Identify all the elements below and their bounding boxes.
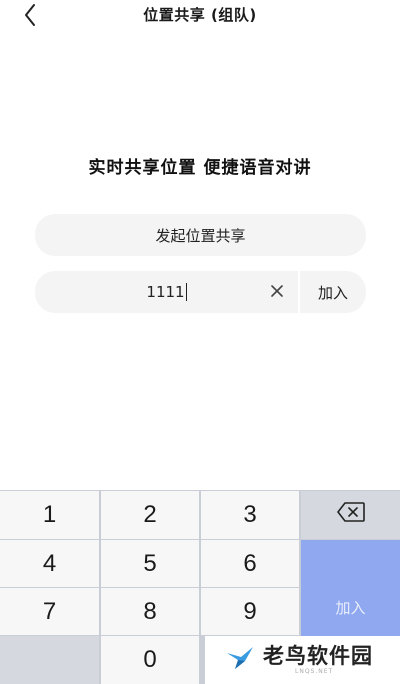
key-2[interactable]: 2 (101, 491, 199, 539)
page-title: 位置共享 (组队) (143, 6, 257, 24)
key-8[interactable]: 8 (101, 588, 199, 635)
watermark: 老鸟软件园 LNQS.NET (205, 636, 400, 684)
clear-button[interactable] (262, 271, 292, 313)
start-share-button[interactable]: 发起位置共享 (35, 214, 366, 256)
join-button[interactable]: 加入 (300, 271, 366, 313)
team-code-input[interactable]: 1111 (35, 271, 262, 313)
text-caret (185, 283, 187, 301)
close-icon (270, 283, 284, 302)
bird-logo-icon (225, 643, 255, 677)
tagline: 实时共享位置 便捷语音对讲 (88, 158, 312, 178)
empty-key (0, 636, 99, 684)
key-4[interactable]: 4 (0, 540, 99, 587)
watermark-site: LNQS.NET (295, 668, 334, 675)
key-5[interactable]: 5 (101, 540, 199, 587)
screen: 位置共享 (组队) 实时共享位置 便捷语音对讲 发起位置共享 1111 加入 1… (0, 0, 400, 684)
key-0[interactable]: 0 (101, 636, 199, 684)
team-code-field: 1111 加入 (35, 271, 366, 313)
key-6[interactable]: 6 (201, 540, 299, 587)
backspace-icon (336, 501, 366, 530)
key-1[interactable]: 1 (0, 491, 99, 539)
team-code-value: 1111 (146, 283, 185, 301)
key-3[interactable]: 3 (201, 491, 299, 539)
key-7[interactable]: 7 (0, 588, 99, 635)
watermark-name: 老鸟软件园 (263, 644, 373, 668)
key-9[interactable]: 9 (201, 588, 299, 635)
backspace-key[interactable] (301, 491, 400, 539)
